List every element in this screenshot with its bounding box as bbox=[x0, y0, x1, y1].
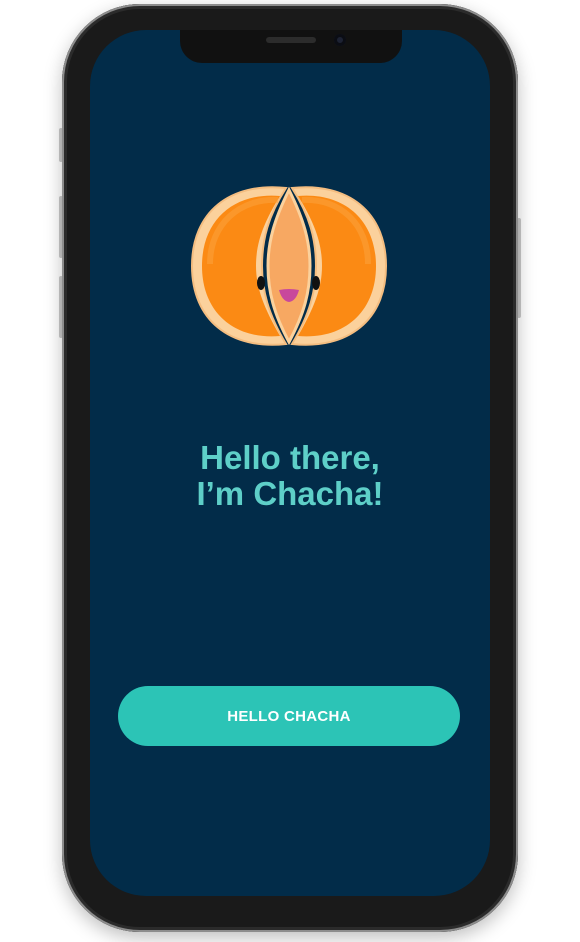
notch bbox=[180, 30, 402, 63]
front-camera-icon bbox=[334, 34, 346, 46]
greeting-line-2: I’m Chacha! bbox=[196, 475, 384, 512]
speaker-grille bbox=[266, 37, 316, 43]
app-screen: Hello there, I’m Chacha! HELLO CHACHA bbox=[90, 30, 490, 896]
hello-chacha-button[interactable]: HELLO CHACHA bbox=[118, 686, 460, 746]
greeting-heading: Hello there, I’m Chacha! bbox=[90, 440, 490, 512]
orange-mascot-icon bbox=[190, 186, 388, 346]
greeting-line-1: Hello there, bbox=[200, 439, 380, 476]
